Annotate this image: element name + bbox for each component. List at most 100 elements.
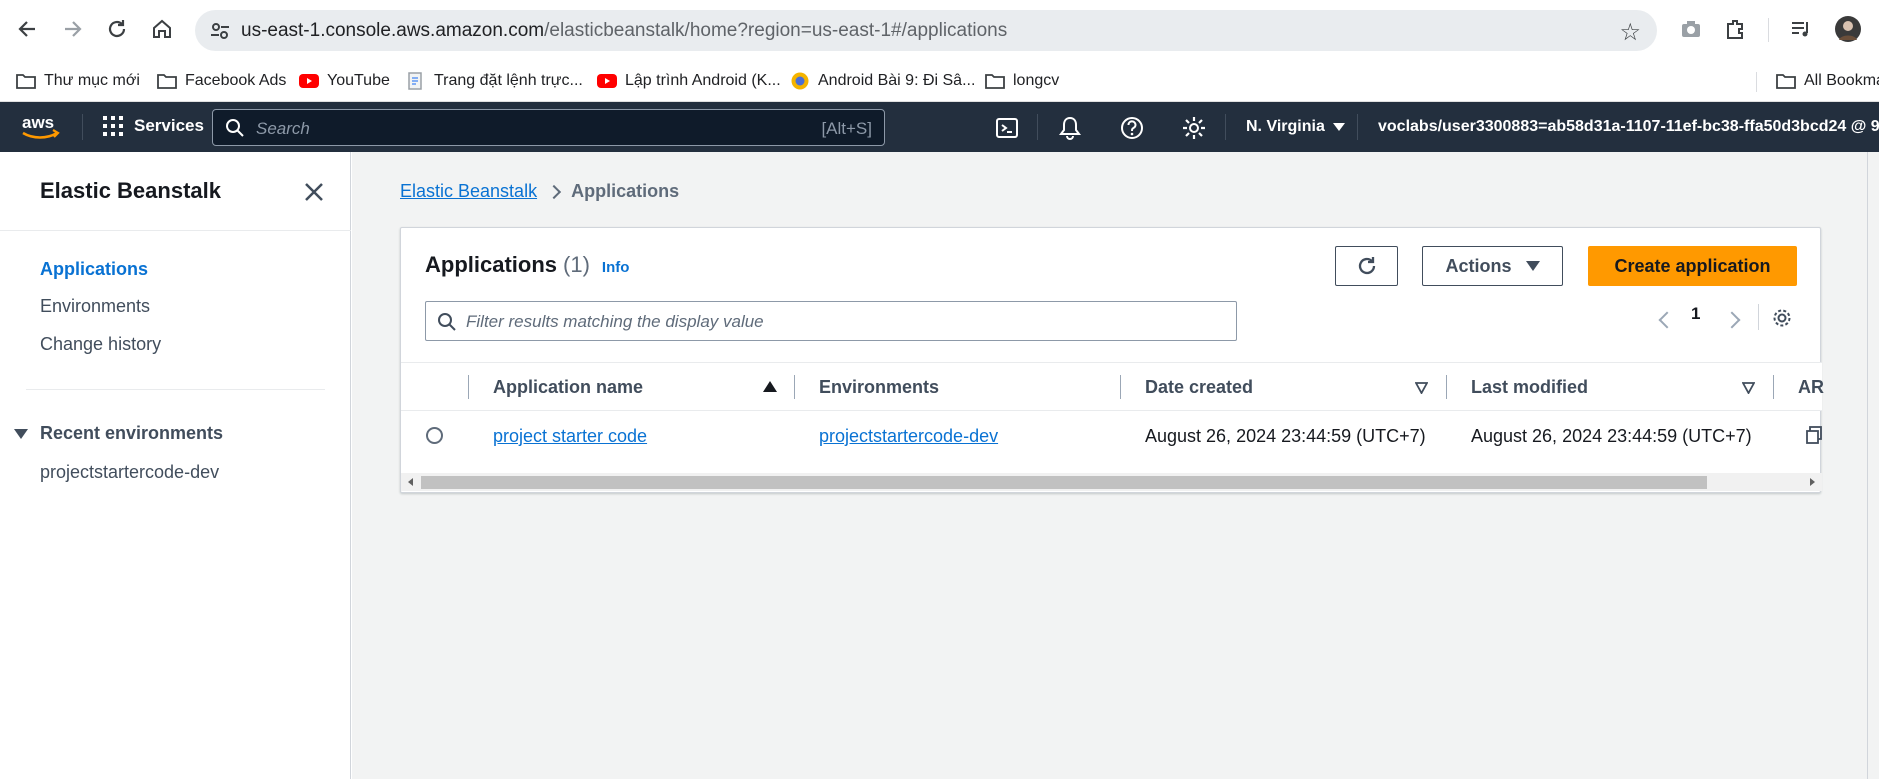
bookmark-label: longcv <box>1013 72 1060 89</box>
search-icon <box>438 313 456 331</box>
sort-descending-icon[interactable] <box>1742 382 1755 394</box>
bookmark-item[interactable]: longcv <box>985 68 1059 94</box>
region-label: N. Virginia <box>1246 118 1325 135</box>
table-horizontal-scrollbar[interactable] <box>401 473 1822 491</box>
bookmarks-bar: Thư mục mới Facebook Ads YouTube Trang đ… <box>0 60 1879 102</box>
column-divider[interactable] <box>1120 375 1121 399</box>
next-page-icon[interactable] <box>1723 311 1741 329</box>
current-page-number[interactable]: 1 <box>1691 304 1700 324</box>
bookmark-item[interactable]: Lập trình Android (K... <box>597 68 781 94</box>
page-scrollbar[interactable] <box>1867 152 1879 779</box>
bookmark-label: Trang đặt lệnh trực... <box>434 72 583 89</box>
recent-environments-toggle[interactable]: Recent environments <box>14 423 223 444</box>
all-bookmarks-label: All Bookma <box>1804 72 1879 89</box>
filter-input[interactable]: Filter results matching the display valu… <box>425 301 1237 341</box>
aws-top-navigation: aws Services Search [Alt+S] N. Virginia … <box>0 102 1879 152</box>
column-header-date-created[interactable]: Date created <box>1145 377 1253 398</box>
aws-logo[interactable]: aws <box>20 112 62 142</box>
browser-toolbar: us-east-1.console.aws.amazon.com/elastic… <box>0 0 1879 60</box>
refresh-icon <box>1358 257 1375 275</box>
sidebar-divider <box>0 230 351 231</box>
address-bar[interactable]: us-east-1.console.aws.amazon.com/elastic… <box>195 10 1657 51</box>
create-application-button[interactable]: Create application <box>1588 246 1797 286</box>
caret-down-icon <box>1332 123 1345 131</box>
help-icon[interactable] <box>1119 115 1145 141</box>
preferences-gear-icon[interactable] <box>1771 307 1793 329</box>
breadcrumb: Elastic Beanstalk Applications <box>400 181 679 202</box>
grid-icon <box>103 116 123 136</box>
notifications-bell-icon[interactable] <box>1057 115 1083 141</box>
refresh-button[interactable] <box>1335 246 1398 286</box>
folder-icon <box>16 74 36 89</box>
extensions-icon[interactable] <box>1722 14 1748 44</box>
row-select-radio[interactable] <box>426 427 443 444</box>
sort-descending-icon[interactable] <box>1415 382 1428 394</box>
table-header: Application name Environments Date creat… <box>401 362 1824 411</box>
account-menu[interactable]: voclabs/user3300883=ab58d31a-1107-11ef-b… <box>1378 118 1879 136</box>
recent-environment-link[interactable]: projectstartercode-dev <box>40 462 219 483</box>
bookmark-label: Facebook Ads <box>185 72 287 89</box>
breadcrumb-root-link[interactable]: Elastic Beanstalk <box>400 181 537 202</box>
applications-count: (1) <box>563 252 590 277</box>
actions-button[interactable]: Actions <box>1422 246 1563 286</box>
aws-search-input[interactable]: Search [Alt+S] <box>212 109 885 146</box>
column-header-environments[interactable]: Environments <box>819 377 939 398</box>
caret-down-icon <box>1525 261 1540 271</box>
column-divider[interactable] <box>1446 375 1447 399</box>
column-divider[interactable] <box>794 375 795 399</box>
table-row[interactable]: project starter code projectstartercode-… <box>401 411 1822 461</box>
site-settings-icon[interactable] <box>209 20 231 42</box>
bookmark-item[interactable]: YouTube <box>299 68 390 94</box>
settings-gear-icon[interactable] <box>1181 115 1207 141</box>
camera-icon[interactable] <box>1678 14 1704 44</box>
create-application-label: Create application <box>1614 255 1771 276</box>
copy-icon[interactable] <box>1806 426 1822 444</box>
bookmark-label: Android Bài 9: Đi Sâ... <box>818 72 976 89</box>
column-header-last-modified[interactable]: Last modified <box>1471 377 1588 398</box>
folder-icon <box>1776 74 1796 89</box>
bookmark-label: Thư mục mới <box>44 72 140 89</box>
aws-logo-text: aws <box>22 113 54 132</box>
media-control-icon[interactable] <box>1788 14 1814 44</box>
previous-page-icon[interactable] <box>1658 311 1676 329</box>
bookmark-star-icon[interactable]: ☆ <box>1619 18 1641 47</box>
page-icon <box>408 72 422 90</box>
scroll-left-arrow-icon[interactable] <box>408 478 413 486</box>
bookmark-item[interactable]: Facebook Ads <box>157 68 286 94</box>
services-menu[interactable]: Services <box>103 116 204 136</box>
sidebar-item-change-history[interactable]: Change history <box>40 334 161 355</box>
all-bookmarks[interactable]: All Bookma <box>1776 68 1879 94</box>
youtube-icon <box>597 74 617 88</box>
sort-ascending-icon[interactable] <box>763 381 777 392</box>
environment-link[interactable]: projectstartercode-dev <box>819 426 998 447</box>
scroll-right-arrow-icon[interactable] <box>1810 478 1815 486</box>
bookmark-item[interactable]: Thư mục mới <box>16 68 140 94</box>
column-header-application-name[interactable]: Application name <box>493 377 643 398</box>
scrollbar-thumb[interactable] <box>421 476 1707 489</box>
filter-placeholder: Filter results matching the display valu… <box>466 312 764 331</box>
bookmark-item[interactable]: Android Bài 9: Đi Sâ... <box>790 68 975 94</box>
column-divider <box>468 375 469 399</box>
info-link[interactable]: Info <box>602 259 630 276</box>
sidebar-item-applications[interactable]: Applications <box>40 259 148 280</box>
folder-icon <box>985 74 1005 89</box>
profile-avatar[interactable] <box>1834 14 1862 44</box>
side-navigation: Elastic Beanstalk Applications Environme… <box>0 152 351 779</box>
reload-icon[interactable] <box>102 14 132 44</box>
nav-divider <box>1357 114 1358 140</box>
toolbar-divider <box>1768 18 1769 42</box>
cloudshell-icon[interactable] <box>994 115 1020 141</box>
back-icon[interactable] <box>12 14 42 44</box>
application-name-link[interactable]: project starter code <box>493 426 647 447</box>
home-icon[interactable] <box>147 14 177 44</box>
bookmark-item[interactable]: Trang đặt lệnh trực... <box>406 68 583 94</box>
sidebar-item-environments[interactable]: Environments <box>40 296 150 317</box>
column-header-ar[interactable]: AR <box>1798 377 1824 398</box>
close-icon[interactable] <box>302 180 326 204</box>
region-selector[interactable]: N. Virginia <box>1246 118 1345 136</box>
column-divider[interactable] <box>1773 375 1774 399</box>
caret-down-icon <box>14 428 28 439</box>
forward-icon[interactable] <box>58 14 88 44</box>
actions-label: Actions <box>1445 255 1512 276</box>
last-modified-cell: August 26, 2024 23:44:59 (UTC+7) <box>1471 426 1752 446</box>
